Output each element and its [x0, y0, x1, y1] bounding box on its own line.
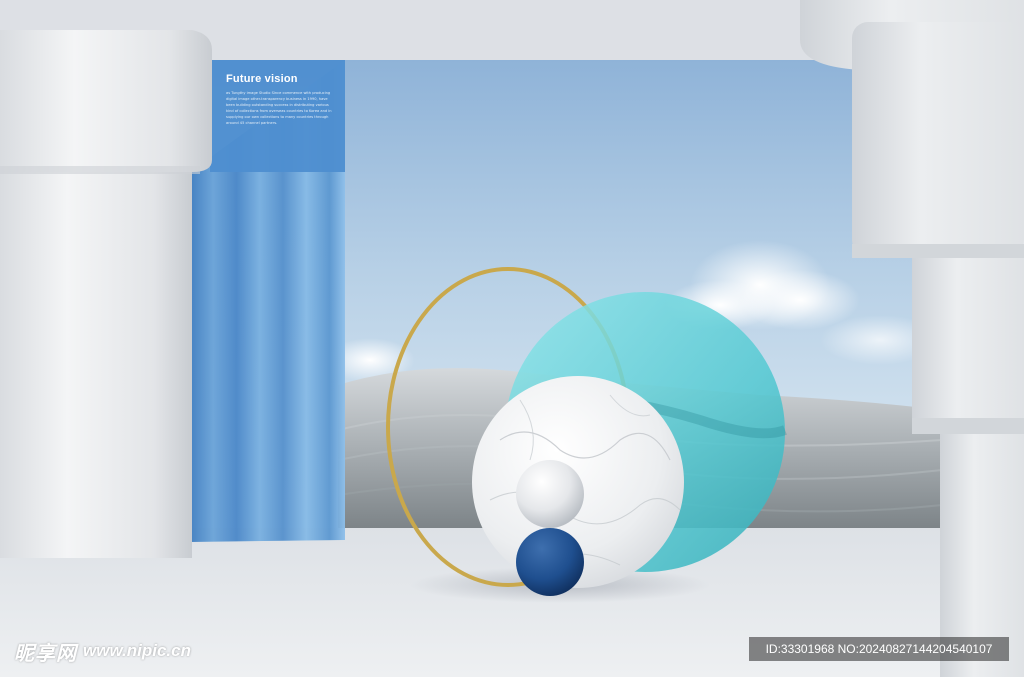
caption-body: as Tungthy image Studio Since commence w… — [226, 91, 332, 125]
watermark-id-badge: ID:33301968 NO:20240827144204540107 — [749, 637, 1009, 661]
scene-illustration — [0, 0, 1024, 677]
watermark-url: www.nipic.cn — [83, 641, 191, 660]
scene: Future vision as Tungthy image Studio Si… — [0, 0, 1024, 677]
caption-block: Future vision as Tungthy image Studio Si… — [226, 72, 334, 126]
watermark-logo: 昵享网 www.nipic.cn — [14, 637, 191, 665]
caption-title: Future vision — [226, 73, 298, 85]
watermark-logo-cn: 昵享网 — [14, 640, 77, 665]
